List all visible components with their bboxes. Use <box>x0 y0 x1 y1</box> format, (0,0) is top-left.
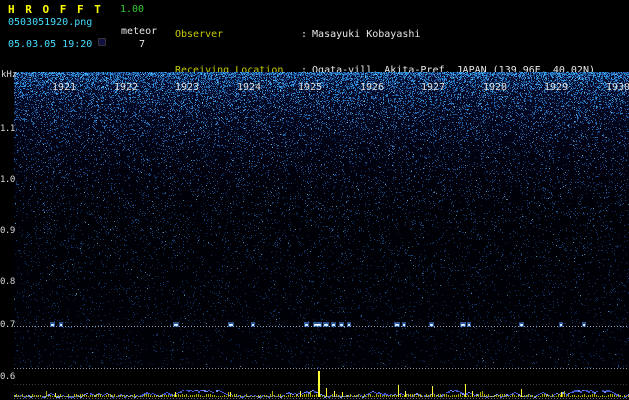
freq-label: 1.0 <box>0 175 15 185</box>
time-label: 1923 <box>175 82 200 93</box>
amplitude-strip-canvas <box>14 368 629 400</box>
time-label: 1929 <box>544 82 569 93</box>
freq-label: 0.6 <box>0 372 15 382</box>
output-filename: 0503051920.png <box>8 17 93 28</box>
time-label: 1921 <box>52 82 77 93</box>
mode-label: meteor <box>121 26 158 37</box>
legend-swatch <box>98 38 106 46</box>
time-label: 1930 <box>606 82 629 93</box>
meteor-count: 7 <box>139 39 146 50</box>
freq-label: 1.1 <box>0 124 15 134</box>
info-separator: : <box>301 29 308 40</box>
time-label: 1925 <box>298 82 323 93</box>
time-label: 1924 <box>237 82 262 93</box>
time-label: 1922 <box>114 82 139 93</box>
app-version: 1.00 <box>120 4 145 15</box>
time-label: 1927 <box>421 82 446 93</box>
time-label: 1926 <box>360 82 385 93</box>
freq-label: 0.7 <box>0 320 15 330</box>
info-label: Observer <box>175 29 224 40</box>
app-title: H R O F F T <box>8 3 103 16</box>
hrofft-screen: H R O F F T 1.00 0503051920.png meteor 0… <box>0 0 629 400</box>
info-row-observer: Observer: Masayuki Kobayashi <box>175 29 595 41</box>
freq-label: 0.9 <box>0 226 15 236</box>
freq-axis-unit: kHz <box>1 70 18 80</box>
freq-label: 0.8 <box>0 277 15 287</box>
session-datetime: 05.03.05 19:20 <box>8 39 93 50</box>
info-value: Masayuki Kobayashi <box>312 29 421 40</box>
time-label: 1928 <box>483 82 508 93</box>
spectrogram-canvas <box>14 72 629 368</box>
